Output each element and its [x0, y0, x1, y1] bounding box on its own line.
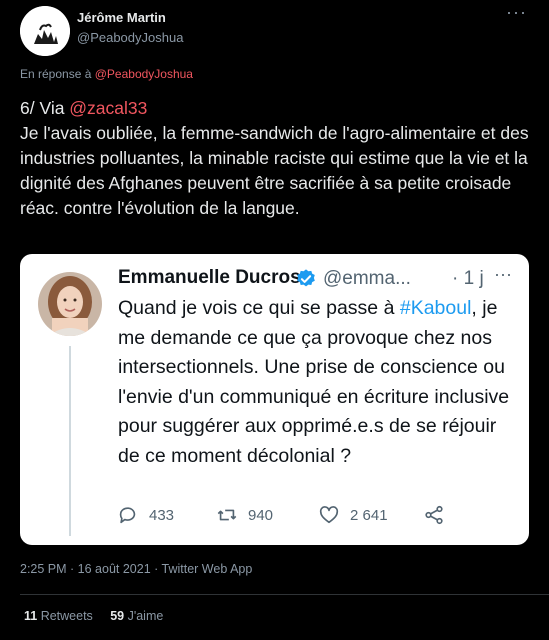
likes-stat[interactable]: 59 J'aime	[110, 609, 163, 623]
more-icon[interactable]: ···	[506, 2, 527, 23]
reply-count: 433	[149, 506, 175, 524]
quoted-text: Quand je vois ce qui se passe à #Kaboul,…	[118, 294, 518, 471]
mention-link[interactable]: @zacal33	[69, 98, 147, 118]
quoted-author-avatar[interactable]	[38, 272, 102, 336]
retweets-count: 11	[24, 609, 38, 623]
like-button[interactable]: 2 641	[318, 504, 388, 526]
like-icon	[319, 506, 339, 524]
tweet-metadata[interactable]: 2:25 PM · 16 août 2021 · Twitter Web App	[20, 562, 252, 576]
quoted-author-name[interactable]: Emmanuelle Ducros	[118, 267, 301, 289]
author-avatar[interactable]	[20, 6, 70, 56]
reply-to-link[interactable]: @PeabodyJoshua	[95, 67, 193, 81]
quoted-tweet-card[interactable]: Emmanuelle Ducros @emma... · 1 j ··· Qua…	[20, 254, 529, 545]
verified-icon	[297, 269, 315, 287]
author-name[interactable]: Jérôme Martin	[77, 10, 166, 25]
retweet-count: 940	[248, 506, 274, 524]
likes-label: J'aime	[127, 609, 164, 623]
tweet-body: Je l'avais oubliée, la femme-sandwich de…	[20, 123, 529, 218]
reply-button[interactable]: 433	[117, 504, 174, 526]
reply-context: En réponse à @PeabodyJoshua	[20, 67, 193, 81]
share-icon	[425, 505, 443, 525]
reply-icon	[119, 507, 136, 524]
quoted-text-after: , je me demande ce que ça provoque chez …	[118, 297, 510, 467]
share-button[interactable]	[423, 504, 455, 526]
engagement-stats: 11 Retweets 59 J'aime	[24, 609, 163, 623]
retweets-stat[interactable]: 11 Retweets	[24, 609, 93, 623]
quoted-more-icon[interactable]: ···	[494, 264, 512, 285]
like-count: 2 641	[350, 506, 388, 524]
tweet-lead: 6/ Via	[20, 98, 70, 118]
retweet-icon	[217, 509, 237, 521]
quoted-author-handle[interactable]: @emma...	[323, 268, 411, 290]
quoted-timestamp[interactable]: · 1 j	[452, 268, 484, 290]
retweets-label: Retweets	[40, 609, 93, 623]
tweet-text: 6/ Via @zacal33 Je l'avais oubliée, la fe…	[20, 96, 532, 221]
divider	[20, 594, 549, 595]
likes-count: 59	[110, 609, 125, 623]
retweet-button[interactable]: 940	[216, 504, 273, 526]
reply-prefix: En réponse à	[20, 67, 92, 81]
quoted-avatar-photo	[38, 272, 102, 336]
author-handle[interactable]: @PeabodyJoshua	[77, 30, 183, 45]
thread-line	[69, 346, 71, 536]
quoted-text-before: Quand je vois ce qui se passe à	[118, 297, 400, 319]
avatar-illustration	[20, 6, 70, 56]
hashtag-link[interactable]: #Kaboul	[400, 297, 472, 319]
